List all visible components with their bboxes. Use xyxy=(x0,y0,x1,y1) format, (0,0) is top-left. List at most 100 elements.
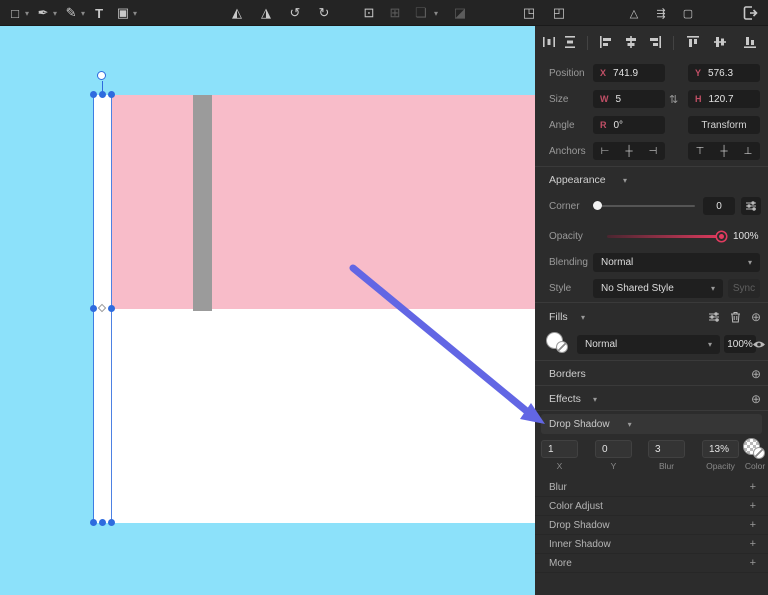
effect-list-item-inner-shadow[interactable]: Inner Shadow + xyxy=(535,535,768,554)
fill-settings-icon[interactable] xyxy=(705,308,723,326)
anchor-center-v-icon[interactable]: ┼ xyxy=(714,146,734,157)
rectangle-tool-icon[interactable]: □ xyxy=(6,2,24,24)
chevron-down-icon[interactable]: ▾ xyxy=(25,9,29,18)
transform-button[interactable]: Transform xyxy=(688,116,760,134)
selection-handle-top-left[interactable] xyxy=(90,91,97,98)
blending-dropdown[interactable]: Normal ▾ xyxy=(593,252,760,272)
appearance-title: Appearance xyxy=(549,174,606,186)
plus-icon[interactable]: + xyxy=(750,481,756,493)
distribute-horizontal-icon[interactable] xyxy=(541,34,557,50)
design-canvas[interactable] xyxy=(0,26,535,595)
collapse-triangle-icon[interactable]: ▾ xyxy=(623,176,627,185)
distribute-vertical-icon[interactable] xyxy=(562,34,578,50)
effect-list-item-more[interactable]: More + xyxy=(535,554,768,573)
shadow-y-field[interactable]: 0 xyxy=(595,440,632,458)
align-center-horizontal-icon[interactable] xyxy=(623,34,639,50)
rotate-copy-icon[interactable]: ◳ xyxy=(520,2,538,24)
pencil-tool-icon[interactable]: ✎ xyxy=(62,2,80,24)
flip-vertical-icon[interactable]: ◮ xyxy=(257,2,275,24)
opacity-row: Opacity 100% xyxy=(535,225,768,247)
export-exit-icon[interactable] xyxy=(741,2,760,24)
align-right-icon[interactable] xyxy=(647,34,663,50)
fill-blend-dropdown[interactable]: Normal ▾ xyxy=(577,334,720,354)
plus-icon[interactable]: + xyxy=(750,500,756,512)
angle-field[interactable]: R 0° xyxy=(593,116,665,134)
opacity-slider-knob[interactable] xyxy=(717,232,726,241)
plus-icon[interactable]: + xyxy=(750,538,756,550)
shadow-color-swatch[interactable] xyxy=(743,438,768,462)
size-height-field[interactable]: H 120.7 xyxy=(688,90,760,108)
effect-list-item-drop-shadow[interactable]: Drop Shadow + xyxy=(535,516,768,535)
shadow-color-label: Color xyxy=(744,461,766,471)
shadow-opacity-field[interactable]: 13% xyxy=(702,440,739,458)
add-border-icon[interactable]: ⊕ xyxy=(747,365,765,383)
flag-white-stripe[interactable] xyxy=(111,309,535,523)
gray-vertical-stripe[interactable] xyxy=(193,95,212,311)
selection-handle-bottom-right[interactable] xyxy=(108,519,115,526)
selection-handle-mid-right[interactable] xyxy=(108,305,115,312)
effect-list-item-blur[interactable]: Blur + xyxy=(535,478,768,497)
fill-color-swatch[interactable] xyxy=(546,332,572,356)
rotation-handle[interactable] xyxy=(97,71,106,80)
chevron-down-icon[interactable]: ▾ xyxy=(133,9,137,18)
plus-icon[interactable]: + xyxy=(750,519,756,531)
borders-header[interactable]: Borders ⊕ xyxy=(535,363,768,385)
fit-selection-icon[interactable]: ⊡ xyxy=(360,2,378,24)
corner-slider-knob[interactable] xyxy=(593,201,602,210)
anchor-top-icon[interactable]: ⊤ xyxy=(690,146,710,157)
selection-handle-top-center[interactable] xyxy=(99,91,106,98)
drop-shadow-type-dropdown[interactable]: Drop Shadow ▾ xyxy=(541,414,762,434)
section-divider xyxy=(535,360,768,361)
selection-handle-bottom-center[interactable] xyxy=(99,519,106,526)
delete-fill-icon[interactable] xyxy=(726,308,744,326)
text-tool-icon[interactable]: T xyxy=(90,2,108,24)
fill-visibility-eye-icon[interactable] xyxy=(750,335,768,353)
shadow-x-field[interactable]: 1 xyxy=(541,440,578,458)
rotate-cw-icon[interactable]: ↻ xyxy=(315,2,333,24)
corner-slider-track[interactable] xyxy=(597,205,695,207)
chevron-down-icon[interactable]: ▾ xyxy=(81,9,85,18)
chevron-down-icon: ▾ xyxy=(434,8,439,18)
pen-tool-icon[interactable]: ✒ xyxy=(34,2,52,24)
connector-icon[interactable]: ⇶ xyxy=(652,2,670,24)
collapse-triangle-icon[interactable]: ▾ xyxy=(593,395,597,404)
selection-handle-mid-left[interactable] xyxy=(90,305,97,312)
opacity-slider-track[interactable] xyxy=(607,235,725,238)
align-top-icon[interactable] xyxy=(685,34,701,50)
plus-icon[interactable]: + xyxy=(750,557,756,569)
anchor-center-h-icon[interactable]: ┼ xyxy=(619,146,639,157)
style-dropdown[interactable]: No Shared Style ▾ xyxy=(593,278,723,298)
add-effect-icon[interactable]: ⊕ xyxy=(747,390,765,408)
add-fill-icon[interactable]: ⊕ xyxy=(747,308,765,326)
align-middle-vertical-icon[interactable] xyxy=(712,34,728,50)
anchor-right-icon[interactable]: ⊣ xyxy=(643,146,663,157)
align-left-icon[interactable] xyxy=(598,34,614,50)
selection-handle-bottom-left[interactable] xyxy=(90,519,97,526)
effects-header[interactable]: Effects ▾ ⊕ xyxy=(535,388,768,410)
effect-label: Inner Shadow xyxy=(549,538,611,550)
position-x-field[interactable]: X 741.9 xyxy=(593,64,665,82)
flip-horizontal-icon[interactable]: ◭ xyxy=(228,2,246,24)
anchor-left-icon[interactable]: ⊢ xyxy=(595,146,615,157)
constrain-proportions-icon[interactable]: ⇅ xyxy=(669,93,678,106)
position-y-field[interactable]: Y 576.3 xyxy=(688,64,760,82)
vectorize-icon[interactable]: △ xyxy=(625,2,643,24)
corner-settings-icon[interactable] xyxy=(741,197,761,215)
rotate-ccw-icon[interactable]: ↺ xyxy=(286,2,304,24)
rotate-instance-icon[interactable]: ◰ xyxy=(550,2,568,24)
image-tool-icon[interactable]: ▣ xyxy=(114,2,132,24)
corner-value-field[interactable]: 0 xyxy=(703,197,735,215)
shadow-blur-field[interactable]: 3 xyxy=(648,440,685,458)
chevron-down-icon: ▾ xyxy=(707,339,712,349)
frame-icon[interactable]: ▢ xyxy=(679,2,697,24)
appearance-header[interactable]: Appearance ▾ xyxy=(535,169,768,191)
flag-pink-stripe[interactable] xyxy=(111,95,535,309)
align-bottom-icon[interactable] xyxy=(742,34,758,50)
anchor-bottom-icon[interactable]: ⊥ xyxy=(738,146,758,157)
collapse-triangle-icon[interactable]: ▾ xyxy=(581,313,585,322)
selection-handle-top-right[interactable] xyxy=(108,91,115,98)
chevron-down-icon[interactable]: ▾ xyxy=(53,9,57,18)
size-width-field[interactable]: W5 xyxy=(593,90,665,108)
effect-list-item-color-adjust[interactable]: Color Adjust + xyxy=(535,497,768,516)
fills-header[interactable]: Fills ▾ ⊕ xyxy=(535,306,768,328)
